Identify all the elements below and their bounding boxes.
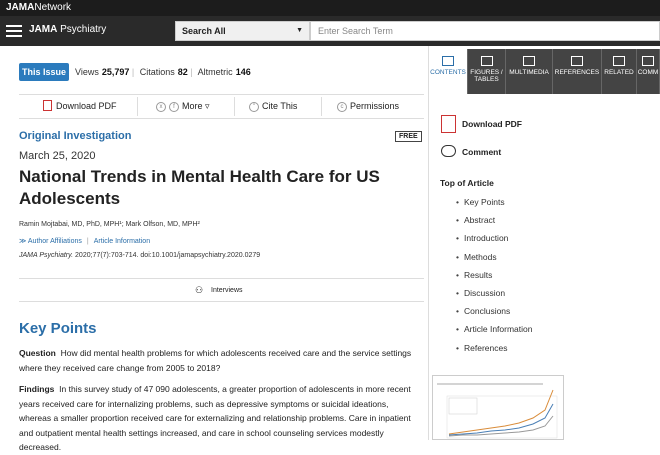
article-links: ≫ Author Affiliations | Article Informatio… [19, 238, 151, 245]
key-points-findings: Findings In this survey study of 47 090 … [19, 384, 411, 452]
journal-logo[interactable]: JAMA Psychiatry [29, 24, 106, 35]
right-download-pdf-link[interactable]: Download PDF [462, 119, 522, 129]
toc-list: Key Points Abstract Introduction Methods… [456, 196, 533, 360]
toc-item[interactable]: Results [456, 269, 532, 287]
tab-figures-tables[interactable]: FIGURES / TABLES [468, 49, 506, 94]
toc-item[interactable]: References [456, 342, 532, 360]
tab-comments[interactable]: COMM [637, 49, 660, 94]
chevron-down-icon: ▿ [205, 101, 210, 111]
this-issue-button[interactable]: This Issue [19, 63, 69, 81]
altmetric-label[interactable]: Altmetric [198, 67, 233, 77]
views-label: Views [75, 67, 99, 77]
people-icon: ⚇ [195, 285, 204, 295]
citations-label[interactable]: Citations [140, 67, 175, 77]
list-icon [442, 56, 454, 66]
views-value: 25,797 [101, 67, 130, 77]
interviews-bar: ⚇ Interviews [19, 278, 424, 302]
toc-item[interactable]: Abstract [456, 214, 532, 232]
tab-multimedia[interactable]: MULTIMEDIA [506, 49, 553, 94]
bar-chart-icon [480, 56, 493, 66]
key-points-heading: Key Points [19, 320, 97, 337]
toc-item[interactable]: Article Information [456, 323, 533, 341]
menu-icon[interactable] [6, 25, 22, 37]
altmetric-value: 146 [235, 67, 251, 77]
article-type[interactable]: Original Investigation [19, 130, 131, 142]
pdf-icon[interactable] [441, 115, 456, 133]
article-toolbar: Download PDF x f More ▿ " Cite This c Permis… [19, 94, 424, 119]
cite-this-button[interactable]: " Cite This [249, 101, 297, 112]
figure-thumbnail-chart [437, 383, 558, 439]
network-bar: JAMANetwork [0, 0, 660, 16]
share-more-button[interactable]: x f More ▿ [156, 101, 210, 112]
publish-date: March 25, 2020 [19, 150, 96, 162]
tab-related[interactable]: RELATED [602, 49, 637, 94]
key-points-question: Question How did mental health problems … [19, 348, 412, 373]
network-brand[interactable]: JAMA [6, 2, 34, 13]
download-pdf-button[interactable]: Download PDF [43, 100, 117, 112]
article-metrics: Views 25,797 | Citations 82 | Altmetric 146 [75, 67, 251, 77]
free-badge: FREE [395, 131, 422, 142]
toc-item[interactable]: Methods [456, 251, 532, 269]
link-icon [613, 56, 625, 66]
toc-item[interactable]: Key Points [456, 196, 532, 214]
right-panel-tabs: CONTENTS FIGURES / TABLES MULTIMEDIA REF… [429, 49, 660, 94]
search-scope-select[interactable]: Search All ▼ [175, 21, 310, 41]
pdf-icon [43, 100, 52, 112]
facebook-icon[interactable]: f [169, 101, 179, 112]
network-suffix[interactable]: Network [34, 2, 71, 13]
twitter-icon[interactable]: x [156, 101, 166, 112]
comment-icon[interactable] [441, 145, 456, 157]
tab-contents[interactable]: CONTENTS [429, 49, 468, 94]
permissions-button[interactable]: c Permissions [337, 101, 399, 112]
play-icon [523, 56, 535, 66]
chevron-down-icon: ▼ [296, 27, 303, 34]
comment-icon [642, 56, 654, 66]
citations-value: 82 [177, 67, 188, 77]
tab-references[interactable]: REFERENCES [553, 49, 602, 94]
figure-thumbnail[interactable] [432, 375, 564, 440]
toc-item[interactable]: Introduction [456, 232, 532, 250]
article-title: National Trends in Mental Health Care fo… [19, 167, 380, 208]
author-affiliations-link[interactable]: Author Affiliations [28, 238, 82, 245]
quote-icon [571, 56, 583, 66]
toc-heading: Top of Article [440, 178, 494, 188]
toc-item[interactable]: Conclusions [456, 305, 532, 323]
citation-line: JAMA Psychiatry. 2020;77(7):703-714. doi… [19, 252, 261, 259]
article-information-link[interactable]: Article Information [94, 238, 150, 245]
quote-icon: " [249, 101, 259, 112]
chevron-right-icon: ≫ [19, 238, 27, 245]
search-input[interactable]: Enter Search Term [310, 21, 660, 41]
author-list[interactable]: Ramin Mojtabai, MD, PhD, MPH¹; Mark Olfs… [19, 221, 200, 228]
copyright-icon: c [337, 101, 347, 112]
interviews-link[interactable]: Interviews [211, 287, 243, 294]
toc-item[interactable]: Discussion [456, 287, 532, 305]
right-comment-link[interactable]: Comment [462, 147, 501, 157]
